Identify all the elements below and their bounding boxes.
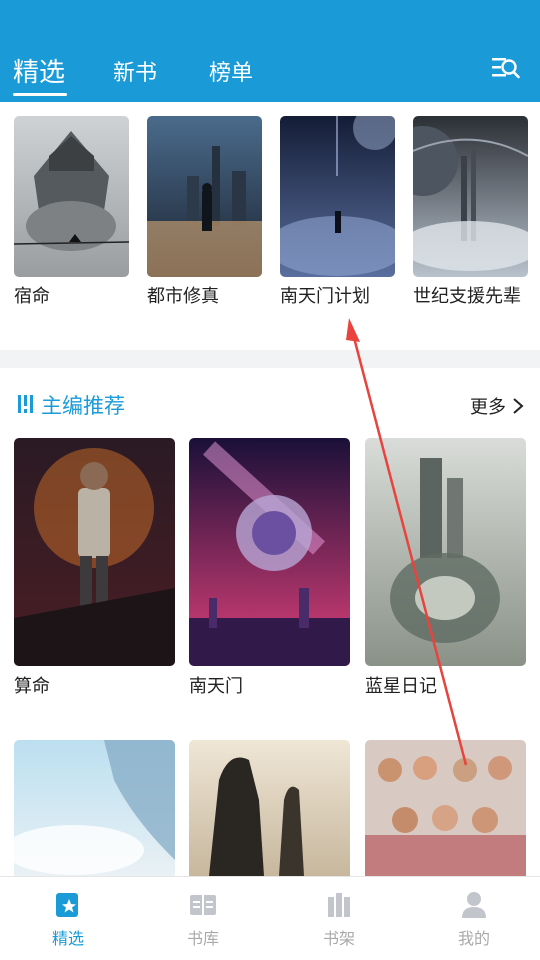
book-cover[interactable] (14, 116, 129, 277)
nav-bookshelf[interactable]: 书架 (289, 891, 389, 949)
book-cover[interactable] (189, 740, 350, 876)
book-cover[interactable] (365, 438, 526, 666)
book-title[interactable]: 世纪支援先辈 (413, 284, 523, 310)
search-icon[interactable] (492, 56, 520, 80)
tab-featured[interactable]: 精选 (13, 52, 65, 89)
nav-library[interactable]: 书库 (153, 891, 253, 949)
book-cover[interactable] (280, 116, 395, 277)
nav-featured[interactable]: 精选 (18, 891, 118, 949)
section-title: 主编推荐 (41, 394, 125, 418)
book-title[interactable]: 都市修真 (147, 284, 267, 310)
more-link[interactable]: 更多 (470, 393, 524, 419)
book-cover[interactable] (189, 438, 350, 666)
book-cover[interactable] (147, 116, 262, 277)
star-book-icon (56, 893, 78, 917)
chevron-right-icon (513, 398, 524, 414)
top-header: 精选 新书 榜单 (0, 0, 540, 102)
active-tab-indicator (13, 93, 67, 96)
tab-new-books[interactable]: 新书 (113, 55, 157, 87)
section-icon (18, 395, 33, 413)
book-cover[interactable] (365, 740, 526, 876)
book-title[interactable]: 蓝星日记 (365, 672, 437, 698)
book-title[interactable]: 算命 (14, 672, 50, 698)
book-title[interactable]: 宿命 (14, 284, 134, 310)
bottom-nav: 精选 书库 书架 我的 (0, 876, 540, 960)
person-icon (462, 892, 486, 918)
book-cover[interactable] (14, 438, 175, 666)
tab-rankings[interactable]: 榜单 (209, 55, 253, 87)
book-cover[interactable] (14, 740, 175, 876)
nav-profile[interactable]: 我的 (424, 891, 524, 949)
more-label: 更多 (470, 397, 506, 418)
book-title[interactable]: 南天门 (189, 672, 243, 698)
bookshelf-icon (328, 893, 350, 917)
open-book-icon (190, 895, 216, 915)
book-title[interactable]: 南天门计划 (280, 284, 400, 310)
book-cover[interactable] (413, 116, 528, 277)
